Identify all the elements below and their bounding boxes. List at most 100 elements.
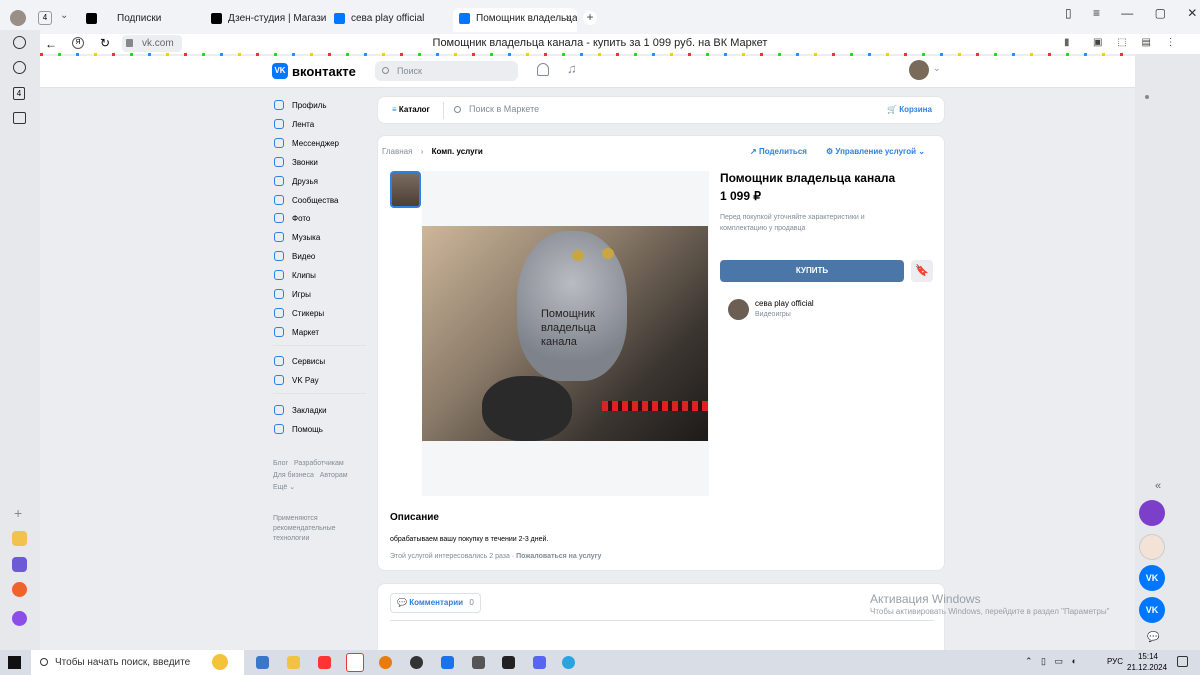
authors-link[interactable]: Авторам bbox=[320, 472, 348, 479]
close-icon[interactable]: × bbox=[565, 8, 571, 30]
menu-icon: ≡ bbox=[392, 105, 399, 114]
blog-link[interactable]: Блог bbox=[273, 460, 288, 467]
app-icon[interactable] bbox=[1139, 534, 1165, 560]
image-caption: Помощник владельца канала bbox=[541, 308, 596, 348]
chevron-down-icon[interactable]: ⌄ bbox=[933, 63, 941, 74]
business-link[interactable]: Для бизнеса bbox=[273, 472, 314, 479]
toolbar-icons[interactable]: ▣ ⬚ ▤ ⋮ bbox=[1093, 37, 1176, 48]
complain-link[interactable]: Пожаловаться на услугу bbox=[516, 553, 601, 560]
seller-name[interactable]: сева play official bbox=[755, 299, 814, 308]
sidebar-item[interactable]: Закладки bbox=[273, 401, 368, 420]
cart-button[interactable]: 🛒 Корзина bbox=[887, 105, 932, 114]
app-icon[interactable] bbox=[502, 656, 515, 669]
counter-icon[interactable]: 4 bbox=[13, 87, 25, 100]
app-icon[interactable] bbox=[12, 531, 27, 546]
share-button[interactable]: ↗ Поделиться bbox=[750, 147, 807, 156]
vkpay-icon bbox=[274, 374, 284, 385]
app-icon[interactable] bbox=[12, 582, 27, 597]
vk-logo-text[interactable]: вконтакте bbox=[292, 64, 356, 79]
explorer-icon[interactable] bbox=[287, 656, 300, 669]
bookmark-button[interactable]: 🔖 bbox=[911, 260, 933, 282]
vk-search-input[interactable]: Поиск bbox=[375, 61, 518, 81]
clock-date[interactable]: 21.12.2024 bbox=[1127, 663, 1167, 672]
gear-icon: ⚙ bbox=[826, 147, 836, 156]
vk-icon[interactable]: VK bbox=[1139, 565, 1165, 591]
more-link[interactable]: Ещё bbox=[273, 484, 287, 491]
vk-logo-icon[interactable]: VK bbox=[272, 63, 288, 79]
avatar[interactable] bbox=[909, 60, 929, 80]
play-icon[interactable] bbox=[13, 61, 26, 74]
yandex-icon[interactable]: Я bbox=[72, 37, 84, 49]
notification-icon[interactable] bbox=[1177, 656, 1188, 667]
bookmark-icon[interactable]: ▮ bbox=[1064, 37, 1070, 48]
tab-counter[interactable]: 4 bbox=[38, 11, 52, 25]
tray-icons[interactable]: ⌃ ▯ ▭ ◐ bbox=[1025, 656, 1077, 667]
seller-avatar[interactable] bbox=[728, 299, 749, 320]
music-icon[interactable]: ♫ bbox=[567, 61, 577, 76]
sidebar-item[interactable]: Сервисы bbox=[273, 352, 368, 371]
product-image[interactable]: Помощник владельца канала bbox=[422, 226, 708, 441]
vk-icon[interactable]: VK bbox=[1139, 597, 1165, 623]
chat-icon[interactable]: 💬 bbox=[1147, 632, 1159, 643]
dev-link[interactable]: Разработчикам bbox=[294, 460, 344, 467]
yandex-browser-icon[interactable] bbox=[346, 653, 364, 672]
breadcrumb-home[interactable]: Главная bbox=[382, 147, 412, 156]
new-tab-button[interactable]: + bbox=[583, 11, 597, 25]
telegram-icon[interactable] bbox=[562, 656, 575, 669]
sidebar-item[interactable]: Мессенджер bbox=[273, 134, 368, 153]
thumbnail[interactable] bbox=[390, 171, 421, 208]
taskview-icon[interactable] bbox=[256, 656, 269, 669]
manage-button[interactable]: ⚙ Управление услугой ⌄ bbox=[826, 147, 925, 156]
app-icon[interactable] bbox=[410, 656, 423, 669]
blender-icon[interactable] bbox=[379, 656, 392, 669]
back-icon[interactable]: ← bbox=[45, 37, 57, 51]
cat-eye bbox=[572, 250, 584, 261]
app-icon[interactable] bbox=[12, 557, 27, 572]
tab-subscriptions[interactable]: Подписки bbox=[86, 8, 201, 30]
app-icon[interactable] bbox=[472, 656, 485, 669]
sidebar-item[interactable]: Звонки bbox=[273, 153, 368, 172]
collapse-icon[interactable]: « bbox=[1155, 480, 1161, 492]
sidebar-item[interactable]: Фото bbox=[273, 209, 368, 228]
sidebar-item[interactable]: Видео bbox=[273, 247, 368, 266]
app-icon[interactable] bbox=[441, 656, 454, 669]
catalog-button[interactable]: ≡ Каталог bbox=[392, 105, 430, 114]
nav-divider bbox=[273, 345, 366, 346]
scroll-handle[interactable] bbox=[1145, 95, 1149, 99]
discord-icon[interactable] bbox=[533, 656, 546, 669]
sidebar-item[interactable]: Музыка bbox=[273, 228, 368, 247]
yandex-icon[interactable] bbox=[318, 656, 331, 669]
chevron-down-icon[interactable]: ⌄ bbox=[60, 10, 68, 21]
market-search-input[interactable]: Поиск в Маркете bbox=[469, 104, 849, 114]
stickers-icon bbox=[274, 307, 284, 318]
alice-icon[interactable] bbox=[12, 611, 27, 626]
screenshot-icon[interactable] bbox=[13, 112, 26, 124]
sidebar-item[interactable]: Профиль bbox=[273, 96, 368, 115]
sidebar-item[interactable]: Игры bbox=[273, 285, 368, 304]
tab-seva-play[interactable]: сева play official bbox=[334, 8, 449, 30]
history-icon[interactable] bbox=[13, 36, 26, 49]
browser-avatar-icon[interactable] bbox=[10, 10, 26, 26]
recommendation-note: Применяются рекомендательные технологии bbox=[273, 515, 336, 542]
product-card: Главная › Комп. услуги ↗ Поделиться ⚙ Уп… bbox=[377, 135, 945, 571]
clock-time[interactable]: 15:14 bbox=[1133, 652, 1163, 661]
add-icon[interactable]: + bbox=[14, 505, 22, 521]
language-indicator[interactable]: РУС bbox=[1107, 657, 1123, 666]
sidebar-item[interactable]: VK Pay bbox=[273, 371, 368, 390]
reload-icon[interactable]: ↻ bbox=[100, 36, 110, 50]
bell-icon[interactable] bbox=[537, 63, 549, 76]
sidebar-item[interactable]: Помощь bbox=[273, 420, 368, 439]
sidebar-item[interactable]: Стикеры bbox=[273, 304, 368, 323]
sidebar-item[interactable]: Клипы bbox=[273, 266, 368, 285]
breadcrumb-current[interactable]: Комп. услуги bbox=[432, 147, 483, 156]
buy-button[interactable]: КУПИТЬ bbox=[720, 260, 904, 282]
tab-current[interactable]: Помощник владельца × bbox=[453, 8, 577, 32]
comments-tab[interactable]: 💬 Комментарии 0 bbox=[390, 593, 481, 613]
windows-icon[interactable] bbox=[8, 656, 21, 669]
sidebar-item[interactable]: Лента bbox=[273, 115, 368, 134]
sidebar-item[interactable]: Друзья bbox=[273, 172, 368, 191]
app-icon[interactable] bbox=[1139, 500, 1165, 526]
sidebar-item[interactable]: Сообщества bbox=[273, 191, 368, 210]
tab-dzen-studio[interactable]: Дзен-студия | Магазин п bbox=[211, 8, 326, 30]
sidebar-item[interactable]: Маркет bbox=[273, 323, 368, 342]
